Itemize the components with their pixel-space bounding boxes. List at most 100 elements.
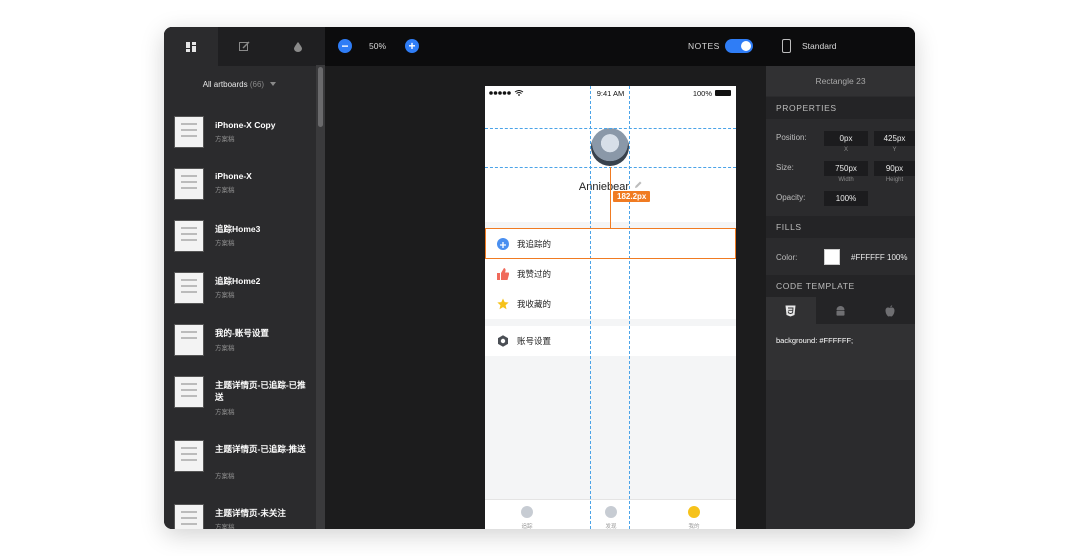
eye-icon (605, 506, 617, 518)
apple-icon (885, 304, 895, 316)
measure-line (610, 167, 611, 228)
position-x-value[interactable]: 0px (824, 131, 868, 146)
artboard-name: iPhone-X Copy (215, 120, 276, 130)
tab-tracking[interactable]: 追踪 (485, 500, 569, 529)
app-window: All artboards (66) iPhone-X Copy 方案稿 iPh… (164, 27, 915, 529)
color-value[interactable]: #FFFFFF 100% (851, 253, 907, 262)
chevron-down-icon (270, 82, 277, 86)
battery-icon (715, 90, 731, 96)
tab-discover[interactable]: 发现 (569, 500, 653, 529)
pencil-icon[interactable] (634, 181, 642, 189)
menu-item-favorites[interactable]: 我收藏的 (485, 289, 736, 319)
color-swatch[interactable] (824, 249, 840, 265)
tab-css[interactable] (766, 297, 816, 324)
thumbs-up-icon (497, 268, 509, 280)
artboard-thumbnail (174, 272, 204, 304)
zoom-level: 50% (369, 41, 387, 51)
code-template-tabs (766, 297, 915, 324)
artboard-list: iPhone-X Copy 方案稿 iPhone-X 方案稿 追踪Home3 方… (164, 101, 315, 529)
tab-label: 我的 (688, 524, 700, 529)
menu-label: 我赞过的 (517, 269, 552, 279)
artboard-thumbnail (174, 116, 204, 148)
notes-toggle[interactable] (725, 39, 753, 53)
width-caption: Width (838, 177, 854, 183)
artboard-subtitle: 方案稿 (215, 524, 235, 529)
position-label: Position: (776, 133, 807, 142)
tab-android[interactable] (815, 297, 866, 324)
artboard-thumbnail (174, 504, 204, 529)
artboard-thumbnail (174, 440, 204, 472)
artboard-filter[interactable]: All artboards (66) (164, 80, 315, 89)
filter-label: All artboards (202, 80, 248, 89)
height-value[interactable]: 90px (874, 161, 915, 176)
inspector-panel: Standard Rectangle 23 PROPERTIES Positio… (766, 27, 915, 529)
artboard-subtitle: 方案稿 (215, 240, 235, 247)
battery-percent: 100% (692, 89, 712, 98)
toggle-knob (741, 41, 751, 51)
artboard-subtitle: 方案稿 (215, 292, 235, 299)
scrollbar-thumb[interactable] (318, 67, 323, 127)
tab-mine[interactable]: 我的 (652, 500, 736, 529)
y-caption: Y (892, 147, 897, 153)
code-text: background: #FFFFFF; (776, 336, 854, 345)
star-icon (497, 298, 509, 310)
artboard-subtitle: 方案稿 (215, 473, 235, 480)
filter-count: (66) (249, 80, 265, 89)
sidebar-tabs (164, 27, 325, 66)
artboard-thumbnail (174, 376, 204, 408)
guide-line-horizontal (485, 128, 736, 129)
tab-colors[interactable] (271, 27, 325, 66)
tab-slices[interactable] (218, 27, 272, 66)
opacity-label: Opacity: (776, 193, 806, 202)
bottom-tab-bar: 追踪 发现 我的 (485, 499, 736, 529)
properties-heading: PROPERTIES (766, 97, 915, 119)
guide-line-vertical (590, 86, 591, 529)
artboard-name: iPhone-X (215, 171, 252, 181)
guide-line-vertical (629, 86, 630, 529)
tracking-tab-icon (521, 506, 533, 518)
artboards-grid-icon (185, 41, 196, 52)
color-drop-icon (293, 41, 302, 52)
tab-label: 发现 (605, 524, 617, 529)
smiley-icon (688, 506, 700, 518)
avatar[interactable] (591, 128, 629, 166)
sidebar-scrollbar[interactable] (316, 65, 325, 529)
size-label: Size: (776, 163, 794, 172)
menu-label: 我收藏的 (517, 299, 552, 309)
fills-heading: FILLS (766, 216, 915, 238)
artboard-preview: 9:41 AM 100% Anniebear 我追踪的 我赞过的 我收藏的 账号… (485, 86, 736, 529)
top-toolbar: − 50% + NOTES (325, 27, 766, 66)
android-icon (836, 305, 845, 316)
menu-item-account-settings[interactable]: 账号设置 (485, 326, 736, 356)
artboard-subtitle: 方案稿 (215, 345, 235, 352)
artboard-name: 追踪Home2 (215, 276, 261, 286)
artboard-name: 追踪Home3 (215, 224, 261, 234)
design-canvas[interactable]: 9:41 AM 100% Anniebear 我追踪的 我赞过的 我收藏的 账号… (325, 66, 766, 529)
phone-device-icon (782, 39, 791, 53)
zoom-in-button[interactable]: + (405, 39, 419, 53)
width-value[interactable]: 750px (824, 161, 868, 176)
measurement-badge: 182.2px (613, 191, 651, 202)
menu-item-liked[interactable]: 我赞过的 (485, 259, 736, 289)
zoom-out-button[interactable]: − (338, 39, 352, 53)
device-label: Standard (802, 41, 837, 51)
tab-ios[interactable] (865, 297, 915, 324)
height-caption: Height (885, 177, 904, 183)
code-output[interactable]: background: #FFFFFF; (766, 324, 915, 380)
artboard-thumbnail (174, 168, 204, 200)
hexagon-gear-icon (498, 335, 508, 347)
artboard-name: 主题详情页-已追踪-已推送 (215, 380, 306, 402)
artboard-name: 主题详情页-未关注 (215, 508, 286, 518)
artboard-subtitle: 方案稿 (215, 409, 235, 416)
status-bar: 9:41 AM 100% (485, 86, 736, 100)
x-caption: X (843, 147, 848, 153)
color-label: Color: (776, 253, 798, 262)
tab-artboards[interactable] (164, 27, 218, 66)
code-template-heading: CODE TEMPLATE (766, 275, 915, 297)
opacity-value[interactable]: 100% (824, 191, 868, 206)
artboard-name: 主题详情页-已追踪-推送 (215, 444, 306, 454)
artboard-name: 我的-账号设置 (215, 328, 269, 338)
artboards-sidebar: All artboards (66) iPhone-X Copy 方案稿 iPh… (164, 27, 325, 529)
position-y-value[interactable]: 425px (874, 131, 915, 146)
device-selector[interactable]: Standard (766, 27, 915, 66)
